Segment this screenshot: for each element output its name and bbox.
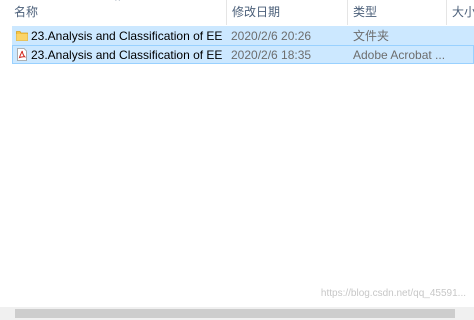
column-divider[interactable] [347, 0, 348, 25]
watermark-text: https://blog.csdn.net/qq_45591... [320, 288, 466, 299]
column-divider[interactable] [226, 0, 227, 25]
file-explorer-window: 名称 ⌃ 修改日期 类型 大小 23.Analysis and Classifi… [0, 0, 474, 320]
file-name: 23.Analysis and Classification of EEG ..… [31, 48, 223, 62]
file-name: 23.Analysis and Classification of EEG ..… [31, 29, 223, 43]
column-header-type[interactable]: 类型 [349, 0, 445, 25]
column-header-size[interactable]: 大小 [448, 0, 474, 25]
sort-arrow-icon: ⌃ [113, 0, 123, 9]
folder-icon [16, 31, 28, 41]
column-header-date[interactable]: 修改日期 [228, 0, 346, 25]
pdf-file-icon [17, 48, 27, 61]
horizontal-scrollbar[interactable] [0, 307, 474, 320]
column-header-bar: 名称 ⌃ 修改日期 类型 大小 [0, 0, 474, 25]
scrollbar-thumb[interactable] [15, 309, 455, 318]
file-modified-date: 2020/2/6 18:35 [231, 48, 312, 62]
file-row-folder[interactable]: 23.Analysis and Classification of EEG ..… [12, 26, 474, 45]
file-type: Adobe Acrobat ... [353, 48, 446, 62]
column-divider[interactable] [446, 0, 447, 25]
file-row-pdf[interactable]: 23.Analysis and Classification of EEG ..… [12, 45, 474, 64]
file-type: 文件夹 [353, 29, 390, 43]
file-modified-date: 2020/2/6 20:26 [231, 29, 312, 43]
